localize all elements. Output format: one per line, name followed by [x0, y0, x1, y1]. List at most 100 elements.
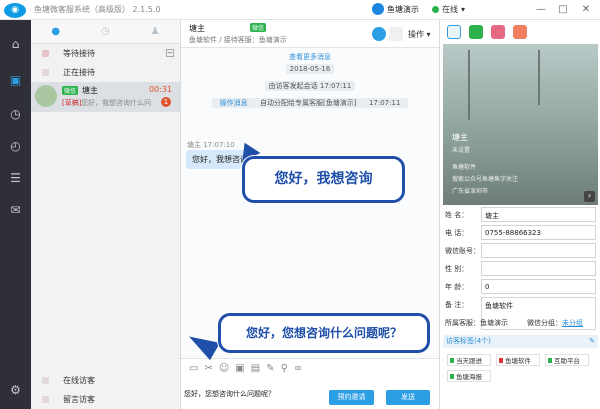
chat-subtitle: 鱼塘软件 / 接待客服：鱼塘演示: [189, 36, 287, 44]
field-label: 年 龄：: [445, 283, 469, 291]
tag-chip[interactable]: 鱼塘海报: [447, 370, 491, 382]
send-button[interactable]: 发送: [386, 390, 430, 405]
op-message-time: 17:07:11: [364, 98, 405, 108]
tag-chip[interactable]: 当天跟进: [447, 354, 491, 366]
invite-button[interactable]: 预约邀请: [329, 390, 374, 405]
folder-icon[interactable]: ▭: [189, 363, 198, 374]
close-button[interactable]: ✕: [578, 2, 594, 18]
tab-chats-icon[interactable]: ●: [51, 26, 60, 37]
profile-tabs: [440, 20, 600, 44]
group-marker-icon: [42, 50, 49, 57]
chat-header: 塘主 微信 鱼塘软件 / 接待客服：鱼塘演示 操作 ▾: [181, 20, 439, 48]
gender-field[interactable]: [481, 261, 596, 276]
tools-tab-icon[interactable]: [513, 25, 527, 39]
group-message-visitors[interactable]: 留言访客: [31, 390, 181, 409]
history-icon[interactable]: ◴: [6, 136, 25, 155]
contacts-icon[interactable]: ☰: [6, 168, 25, 187]
app-logo-icon: ◉: [4, 3, 26, 18]
wx-group: 微信分组：未分组: [527, 319, 583, 327]
edit-photo-icon[interactable]: ⚡: [584, 191, 595, 202]
load-more-link[interactable]: 查看更多消息: [181, 52, 439, 62]
status-selector[interactable]: 在线 ▾: [432, 4, 465, 15]
conversation-list: ● ◷ ♟ 等待接待 − 正在接待 微信 塘主 00:31 [草稿] 您好，我想…: [31, 20, 181, 409]
belong-agent: 所属客服：鱼塘演示: [445, 319, 508, 327]
group-marker-icon: [42, 396, 49, 403]
wechat-field[interactable]: [481, 243, 596, 258]
image-icon[interactable]: ▣: [235, 363, 244, 374]
conversation-item[interactable]: 微信 塘主 00:31 [草稿] 您好，我想咨询什么问题呢？ 1: [31, 82, 180, 112]
chat-tab-icon[interactable]: [447, 25, 461, 39]
bell-icon[interactable]: [389, 27, 403, 41]
tag-color-icon: [499, 358, 503, 363]
photo-line: 搜索公众号鱼塘鱼字关注: [452, 176, 519, 183]
status-label: 在线: [442, 5, 458, 14]
scissors-icon[interactable]: ✂: [204, 363, 212, 374]
field-label: 性 别：: [445, 265, 469, 273]
op-message-text: 自动分配给专属客服[鱼塘演示]: [256, 98, 361, 108]
emoji-icon[interactable]: ☺: [219, 363, 229, 374]
name-field[interactable]: 塘主: [481, 207, 596, 222]
field-label: 姓 名：: [445, 211, 469, 219]
conversation-tabs: ● ◷ ♟: [31, 20, 180, 44]
field-label: 备 注：: [445, 301, 469, 309]
wechat-badge: 微信: [250, 23, 267, 32]
callout-agent-reply: 您好，您想咨询什么问题呢？: [218, 313, 430, 353]
current-user[interactable]: 鱼塘演示: [372, 3, 419, 15]
profile-form: 姓 名： 塘主 电 话： 0755-88866323 微信账号： 性 别： 年 …: [443, 206, 598, 332]
tag-color-icon: [450, 374, 454, 379]
mail-icon[interactable]: ✉: [6, 200, 25, 219]
field-name: 姓 名： 塘主: [443, 206, 598, 224]
message-input[interactable]: 您好，您想咨询什么问题呢？: [184, 389, 275, 399]
wechat-badge: 微信: [62, 86, 79, 95]
group-serving[interactable]: 正在接待: [31, 63, 180, 82]
wait-time: 00:31: [148, 85, 172, 94]
link-icon[interactable]: ∞: [294, 363, 302, 374]
tag-color-icon: [450, 358, 454, 363]
app-window: ◉ 鱼塘微客服系统（高级版） 2.1.5.0 鱼塘演示 在线 ▾ — □ ✕ ⌂…: [0, 0, 600, 409]
collapse-icon[interactable]: −: [166, 49, 174, 57]
clock-icon[interactable]: ◷: [6, 104, 25, 123]
tag-chip[interactable]: 鱼塘软件: [496, 354, 540, 366]
file-icon[interactable]: ▤: [251, 363, 260, 374]
phone-field[interactable]: 0755-88866323: [481, 225, 596, 240]
maximize-button[interactable]: □: [555, 2, 571, 18]
visitor-name: 塘主: [82, 86, 98, 95]
operations-menu[interactable]: 操作 ▾: [408, 29, 431, 40]
group-label: 在线访客: [63, 376, 95, 385]
quick-reply-icon[interactable]: ✎: [266, 363, 274, 374]
settings-icon[interactable]: ⚙: [6, 380, 25, 399]
tower-graphic: [468, 50, 470, 120]
tab-history-icon[interactable]: ◷: [101, 26, 110, 37]
group-marker-icon: [42, 69, 49, 76]
field-age: 年 龄： 0: [443, 278, 598, 296]
unread-badge: 1: [161, 97, 171, 107]
bottom-groups: 在线访客 留言访客: [31, 371, 181, 409]
message-meta: 塘主 17:07:10: [187, 141, 235, 149]
tag-chip[interactable]: 互助平台: [545, 354, 589, 366]
profile-tab-icon[interactable]: [469, 25, 483, 39]
group-label: 等待接待: [63, 49, 95, 58]
callout-visitor-question: 您好，我想咨询: [242, 156, 405, 203]
age-field[interactable]: 0: [481, 279, 596, 294]
tower-graphic: [538, 50, 540, 105]
home-icon[interactable]: ⌂: [6, 34, 25, 53]
info-tab-icon[interactable]: [491, 25, 505, 39]
photo-name: 塘主: [452, 133, 468, 142]
tab-visitors-icon[interactable]: ♟: [151, 26, 160, 37]
field-wechat: 微信账号：: [443, 242, 598, 260]
input-toolbar: ▭ ✂ ☺ ▣ ▤ ✎ ⚲ ∞: [189, 363, 302, 374]
edit-tags-icon[interactable]: ✎: [589, 335, 595, 348]
wx-group-link[interactable]: 未分组: [562, 319, 583, 327]
minimize-button[interactable]: —: [533, 2, 549, 18]
op-message-label: 操作消息: [215, 98, 252, 108]
group-waiting[interactable]: 等待接待 −: [31, 44, 180, 63]
online-status-dot: [432, 6, 439, 13]
field-phone: 电 话： 0755-88866323: [443, 224, 598, 242]
chevron-down-icon: ▾: [461, 5, 466, 14]
assignment-notice: 操作消息 自动分配给专属客服[鱼塘演示] 17:07:11: [181, 98, 439, 108]
group-online-visitors[interactable]: 在线访客: [31, 371, 181, 390]
chat-icon[interactable]: ▣: [6, 70, 25, 89]
date-separator: 2018-05-16: [181, 64, 439, 74]
location-icon[interactable]: ⚲: [281, 363, 288, 374]
transfer-icon[interactable]: [372, 27, 386, 41]
